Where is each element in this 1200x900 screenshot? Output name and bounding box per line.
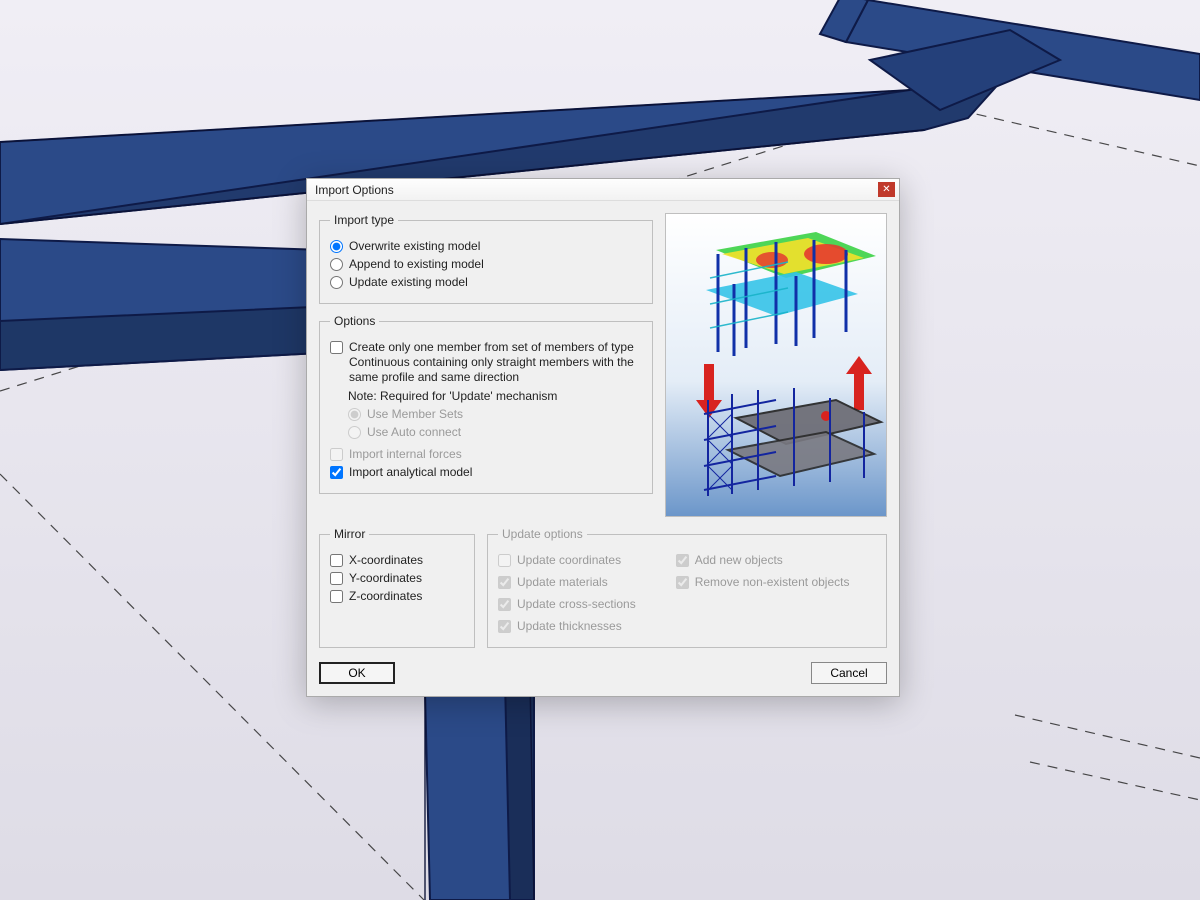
radio-append[interactable] (330, 258, 343, 271)
check-import-analytical[interactable] (330, 466, 343, 479)
check-update-cross-sections (498, 598, 511, 611)
update-options-legend: Update options (498, 527, 587, 541)
import-type-legend: Import type (330, 213, 398, 227)
check-remove-nonexistent-label: Remove non-existent objects (695, 575, 850, 589)
check-mirror-x-label: X-coordinates (349, 553, 423, 567)
mirror-legend: Mirror (330, 527, 369, 541)
check-import-internal-forces (330, 448, 343, 461)
dialog-title: Import Options (315, 183, 394, 197)
check-mirror-z[interactable] (330, 590, 343, 603)
check-add-new-objects (676, 554, 689, 567)
dialog-titlebar[interactable]: Import Options ✕ (307, 179, 899, 201)
check-remove-nonexistent (676, 576, 689, 589)
cancel-button[interactable]: Cancel (811, 662, 887, 684)
radio-overwrite[interactable] (330, 240, 343, 253)
radio-use-member-sets (348, 408, 361, 421)
mirror-group: Mirror X-coordinates Y-coordinates Z-coo… (319, 527, 475, 648)
ok-button[interactable]: OK (319, 662, 395, 684)
options-group: Options Create only one member from set … (319, 314, 653, 494)
check-mirror-y[interactable] (330, 572, 343, 585)
import-type-group: Import type Overwrite existing model App… (319, 213, 653, 304)
check-update-materials (498, 576, 511, 589)
check-mirror-x[interactable] (330, 554, 343, 567)
import-preview-image (665, 213, 887, 517)
check-import-analytical-label: Import analytical model (349, 465, 472, 479)
check-update-coordinates (498, 554, 511, 567)
close-icon: ✕ (882, 184, 890, 195)
radio-update[interactable] (330, 276, 343, 289)
check-update-thicknesses (498, 620, 511, 633)
radio-use-auto-connect-label: Use Auto connect (367, 425, 461, 439)
radio-overwrite-label: Overwrite existing model (349, 239, 480, 253)
update-options-group: Update options Update coordinates Update… (487, 527, 887, 648)
check-import-internal-forces-label: Import internal forces (349, 447, 462, 461)
check-add-new-objects-label: Add new objects (695, 553, 783, 567)
close-button[interactable]: ✕ (878, 182, 895, 197)
check-mirror-y-label: Y-coordinates (349, 571, 422, 585)
check-create-continuous[interactable] (330, 341, 343, 354)
check-update-materials-label: Update materials (517, 575, 608, 589)
radio-update-label: Update existing model (349, 275, 468, 289)
options-legend: Options (330, 314, 379, 328)
import-options-dialog: Import Options ✕ Import type Overwrite e… (306, 178, 900, 697)
options-note: Note: Required for 'Update' mechanism (348, 389, 642, 403)
radio-use-auto-connect (348, 426, 361, 439)
radio-append-label: Append to existing model (349, 257, 484, 271)
check-update-thicknesses-label: Update thicknesses (517, 619, 622, 633)
check-update-coordinates-label: Update coordinates (517, 553, 621, 567)
check-mirror-z-label: Z-coordinates (349, 589, 422, 603)
radio-use-member-sets-label: Use Member Sets (367, 407, 463, 421)
check-update-cross-sections-label: Update cross-sections (517, 597, 636, 611)
check-create-continuous-label: Create only one member from set of membe… (349, 340, 642, 385)
